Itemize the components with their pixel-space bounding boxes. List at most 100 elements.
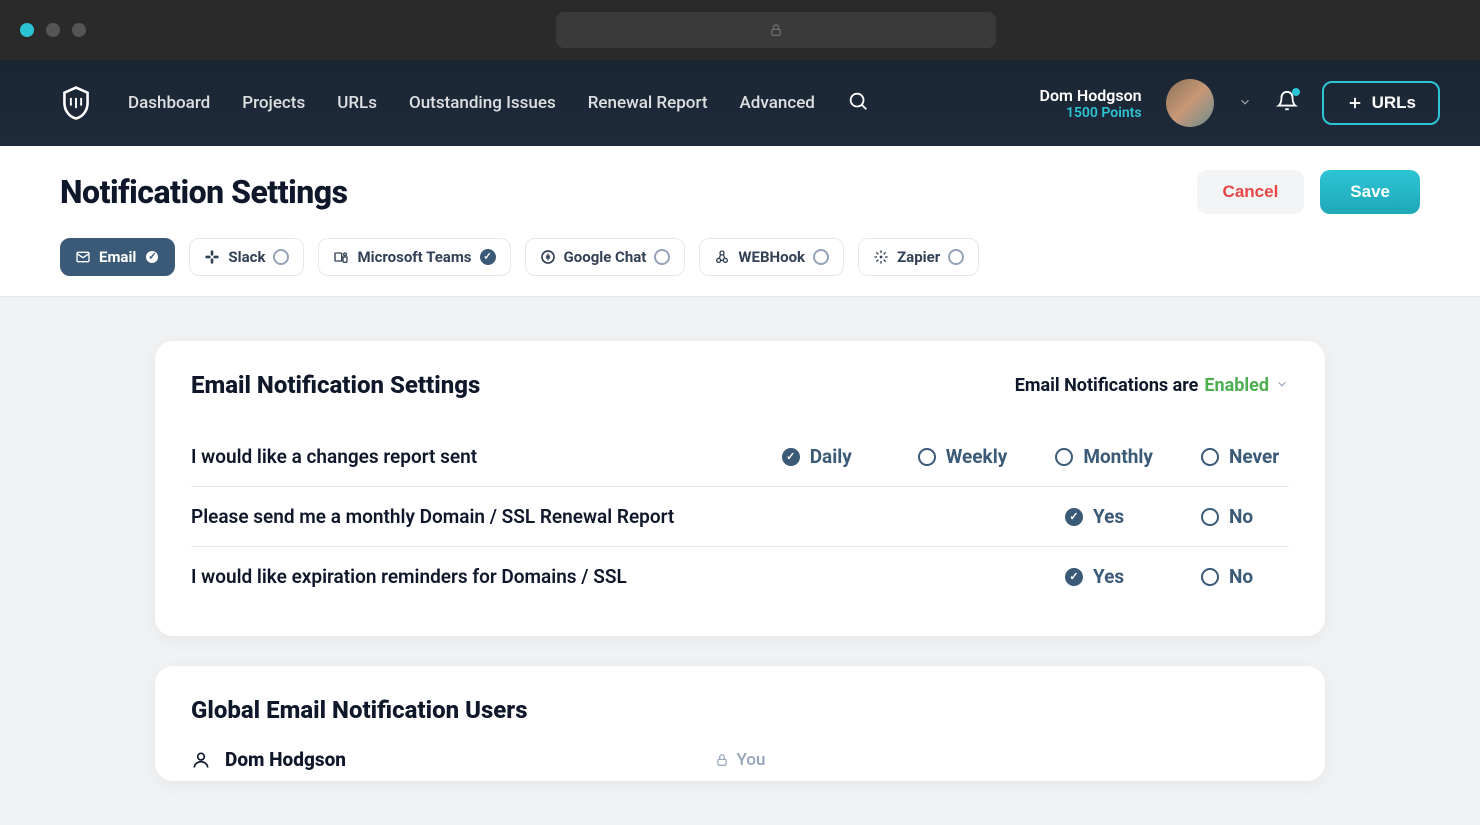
notifications-button[interactable]	[1276, 90, 1298, 116]
channel-indicator	[948, 249, 964, 265]
setting-options: Daily Weekly Monthly Never	[782, 445, 1289, 468]
nav-dashboard[interactable]: Dashboard	[128, 93, 210, 113]
user-points: 1500 Points	[1040, 105, 1142, 121]
add-urls-button[interactable]: URLs	[1322, 81, 1440, 125]
page-header: Notification Settings Cancel Save Email S…	[0, 146, 1480, 297]
radio-label: Weekly	[946, 445, 1008, 468]
channel-tab-microsoft-teams[interactable]: Microsoft Teams	[318, 238, 510, 276]
chevron-down-icon	[1275, 375, 1289, 396]
channel-indicator	[480, 249, 496, 265]
status-value: Enabled	[1204, 375, 1269, 396]
radio-indicator	[1201, 508, 1219, 526]
url-bar[interactable]	[556, 12, 996, 48]
slack-icon	[204, 249, 220, 265]
nav-outstanding-issues[interactable]: Outstanding Issues	[409, 93, 556, 113]
traffic-light-1[interactable]	[20, 23, 34, 37]
radio-label: No	[1229, 505, 1253, 528]
user-menu-dropdown[interactable]	[1238, 94, 1252, 113]
radio-option-no[interactable]: No	[1201, 505, 1289, 528]
notifications-status-toggle[interactable]: Email Notifications are Enabled	[1015, 375, 1289, 396]
nav-items: Dashboard Projects URLs Outstanding Issu…	[128, 93, 815, 113]
top-nav: Dashboard Projects URLs Outstanding Issu…	[0, 60, 1480, 146]
avatar[interactable]	[1166, 79, 1214, 127]
users-card-title: Global Email Notification Users	[191, 696, 1289, 724]
chevron-down-icon	[1238, 95, 1252, 109]
radio-option-yes[interactable]: Yes	[1065, 565, 1153, 588]
channel-indicator	[144, 249, 160, 265]
page-title: Notification Settings	[60, 173, 348, 211]
radio-option-weekly[interactable]: Weekly	[918, 445, 1008, 468]
radio-indicator	[1065, 568, 1083, 586]
radio-indicator	[1201, 568, 1219, 586]
channel-tabs: Email Slack Microsoft Teams Google Chat WEBH…	[60, 238, 1420, 276]
email-icon	[75, 249, 91, 265]
setting-row: I would like a changes report sent Daily W…	[191, 427, 1289, 487]
channel-tab-google-chat[interactable]: Google Chat	[525, 238, 686, 276]
setting-options: Yes No	[1065, 505, 1289, 528]
users-card: Global Email Notification Users Dom Hodg…	[155, 666, 1325, 781]
radio-indicator	[1065, 508, 1083, 526]
traffic-light-2[interactable]	[46, 23, 60, 37]
radio-label: Yes	[1093, 565, 1124, 588]
channel-tab-label: WEBHook	[738, 248, 805, 266]
traffic-light-3[interactable]	[72, 23, 86, 37]
user-you-label: You	[737, 750, 766, 770]
channel-tab-webhook[interactable]: WEBHook	[699, 238, 844, 276]
channel-indicator	[654, 249, 670, 265]
setting-row: I would like expiration reminders for Do…	[191, 547, 1289, 606]
channel-tab-label: Google Chat	[564, 248, 647, 266]
channel-tab-zapier[interactable]: Zapier	[858, 238, 979, 276]
nav-advanced[interactable]: Advanced	[740, 93, 815, 113]
radio-label: Never	[1229, 445, 1279, 468]
radio-indicator	[1055, 448, 1073, 466]
email-card-title: Email Notification Settings	[191, 371, 480, 399]
nav-projects[interactable]: Projects	[242, 93, 305, 113]
channel-tab-label: Slack	[228, 248, 265, 266]
cancel-button[interactable]: Cancel	[1197, 170, 1305, 214]
setting-row: Please send me a monthly Domain / SSL Re…	[191, 487, 1289, 547]
user-row-name: Dom Hodgson	[225, 748, 346, 771]
radio-label: Daily	[810, 445, 852, 468]
radio-option-daily[interactable]: Daily	[782, 445, 870, 468]
save-button[interactable]: Save	[1320, 170, 1420, 214]
radio-option-monthly[interactable]: Monthly	[1055, 445, 1153, 468]
plus-icon	[1346, 94, 1364, 112]
radio-indicator	[782, 448, 800, 466]
logo[interactable]	[60, 85, 96, 121]
channel-tab-label: Email	[99, 248, 136, 266]
nav-right: Dom Hodgson 1500 Points URLs	[1040, 79, 1440, 127]
radio-label: Monthly	[1083, 445, 1153, 468]
radio-option-yes[interactable]: Yes	[1065, 505, 1153, 528]
channel-tab-slack[interactable]: Slack	[189, 238, 304, 276]
add-urls-label: URLs	[1372, 93, 1416, 113]
radio-option-no[interactable]: No	[1201, 565, 1289, 588]
channel-indicator	[273, 249, 289, 265]
channel-tab-label: Microsoft Teams	[357, 248, 471, 266]
channel-tab-label: Zapier	[897, 248, 940, 266]
setting-options: Yes No	[1065, 565, 1289, 588]
status-prefix: Email Notifications are	[1015, 375, 1199, 396]
zapier-icon	[873, 249, 889, 265]
user-row: Dom Hodgson You	[191, 724, 1289, 771]
channel-tab-email[interactable]: Email	[60, 238, 175, 276]
setting-label: I would like expiration reminders for Do…	[191, 565, 1065, 588]
search-button[interactable]	[847, 90, 869, 116]
nav-urls[interactable]: URLs	[337, 93, 377, 113]
user-name: Dom Hodgson	[1040, 86, 1142, 105]
setting-label: I would like a changes report sent	[191, 445, 782, 468]
person-icon	[191, 750, 211, 770]
channel-indicator	[813, 249, 829, 265]
email-settings-card: Email Notification Settings Email Notifi…	[155, 341, 1325, 636]
microsoft-teams-icon	[333, 249, 349, 265]
search-icon	[847, 90, 869, 112]
radio-label: No	[1229, 565, 1253, 588]
radio-option-never[interactable]: Never	[1201, 445, 1289, 468]
user-info: Dom Hodgson 1500 Points	[1040, 86, 1142, 121]
radio-indicator	[918, 448, 936, 466]
lock-icon	[769, 23, 783, 37]
nav-renewal-report[interactable]: Renewal Report	[588, 93, 708, 113]
content: Email Notification Settings Email Notifi…	[0, 297, 1480, 825]
notification-dot	[1292, 88, 1300, 96]
radio-indicator	[1201, 448, 1219, 466]
setting-label: Please send me a monthly Domain / SSL Re…	[191, 505, 1065, 528]
